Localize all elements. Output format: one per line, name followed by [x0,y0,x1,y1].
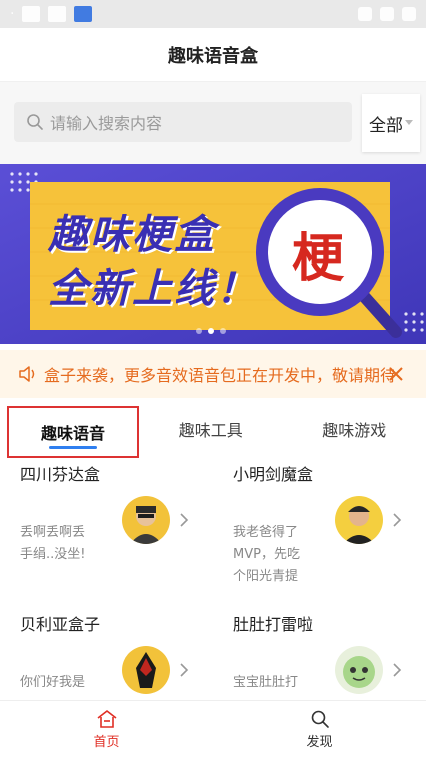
banner-headline-2: 全新上线！ [48,266,258,312]
avatar [335,646,383,694]
promo-banner[interactable]: 趣味梗盒 全新上线！ 梗 [0,164,426,344]
battery-icon [402,7,416,21]
tab-fun-games[interactable]: 趣味游戏 [283,400,426,458]
app-header: 趣味语音盒 [0,28,426,82]
app-notification-icon [74,6,93,22]
item-title: 肚肚打雷啦 [233,615,314,634]
item-description: 丢啊丢啊丢手绢..没坐! [20,525,86,562]
search-row: 请输入搜索内容 全部 [0,82,426,164]
banner-headline-1: 趣味梗盒 [48,212,216,258]
tab-label: 趣味语音 [40,424,105,443]
tab-label: 趣味游戏 [322,421,387,440]
avatar [122,496,170,544]
list-item[interactable]: 肚肚打雷啦 宝宝肚肚打 [213,610,426,700]
item-description: 宝宝肚肚打 [233,675,299,690]
avatar [122,646,170,694]
notice-text: 盒子来袭，更多音效语音包正在开发中，敬请期待 [44,366,394,385]
caret-down-icon [405,120,413,125]
close-icon[interactable] [384,362,408,386]
notification-icon [48,6,67,22]
status-bar: · [0,0,426,28]
tab-label: 趣味工具 [178,421,243,440]
notice-bar: 盒子来袭，更多音效语音包正在开发中，敬请期待 [0,350,426,398]
signal-icon [380,7,394,21]
item-description: 我老爸得了MVP，先吃个阳光青提 [233,525,300,584]
carousel-dots [196,328,226,334]
nav-label: 首页 [93,734,120,750]
chevron-right-icon [180,663,189,677]
carousel-dot[interactable] [220,328,226,334]
tab-fun-voice[interactable]: 趣味语音 [7,406,139,458]
tab-fun-tools[interactable]: 趣味工具 [139,400,283,458]
chevron-right-icon [393,663,402,677]
notification-icon [22,6,41,22]
item-title: 小明剑魔盒 [233,465,314,484]
nav-discover[interactable]: 发现 [213,701,426,757]
search-scope-label: 全部 [369,115,403,136]
home-icon [97,709,116,728]
chevron-right-icon [393,513,402,527]
search-icon [311,710,329,728]
item-title: 贝利亚盒子 [20,615,101,634]
list-item[interactable]: 小明剑魔盒 我老爸得了MVP，先吃个阳光青提 [213,460,426,610]
page-title: 趣味语音盒 [168,45,258,67]
list-item[interactable]: 贝利亚盒子 你们好我是 [0,610,213,700]
wifi-icon [358,7,372,21]
voice-box-list: 四川芬达盒 丢啊丢啊丢手绢..没坐! 小明剑魔盒 我老爸得了MVP，先吃个阳光青… [0,460,426,700]
carousel-dot[interactable] [196,328,202,334]
item-description: 你们好我是 [20,675,86,690]
search-icon [27,114,43,130]
banner-badge: 梗 [292,229,345,289]
carousel-dot-active[interactable] [208,328,214,334]
item-title: 四川芬达盒 [20,465,101,484]
search-scope-select[interactable]: 全部 [362,94,420,152]
nav-label: 发现 [306,734,333,750]
search-input[interactable]: 请输入搜索内容 [14,102,352,142]
avatar [335,496,383,544]
category-tabs: 趣味语音 趣味工具 趣味游戏 [0,400,426,458]
status-time: · [10,6,15,22]
search-placeholder: 请输入搜索内容 [50,114,163,133]
bottom-navigation: 首页 发现 [0,700,426,757]
chevron-right-icon [180,513,189,527]
nav-home[interactable]: 首页 [0,701,213,757]
speaker-icon [19,366,35,382]
list-item[interactable]: 四川芬达盒 丢啊丢啊丢手绢..没坐! [0,460,213,610]
